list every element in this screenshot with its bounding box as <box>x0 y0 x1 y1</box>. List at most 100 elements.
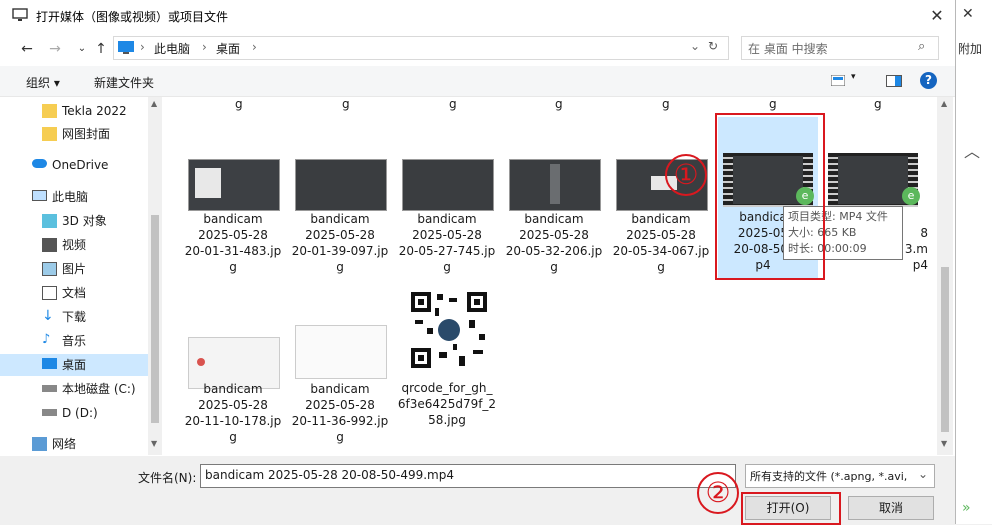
chevron-up-icon[interactable]: ︿ <box>964 138 980 162</box>
sidebar-item-pictures[interactable]: 图片 <box>0 258 148 280</box>
scrollbar-thumb[interactable] <box>941 267 949 432</box>
file-list-scrollbar[interactable]: ▲ ▼ <box>937 97 953 455</box>
organize-button[interactable]: 组织 ▾ <box>26 74 60 91</box>
file-item[interactable]: bandicam 2025-05-28 20-01-31-483.jp g <box>185 159 288 283</box>
sidebar-item-3d-objects[interactable]: 3D 对象 <box>0 210 148 232</box>
sidebar-item-drive-c[interactable]: 本地磁盘 (C:) <box>0 378 148 400</box>
chevron-down-icon: ⌄ <box>918 467 929 481</box>
file-name-fragment: g <box>662 97 670 111</box>
refresh-icon[interactable]: ↻ <box>708 39 718 53</box>
file-item[interactable]: bandicam 2025-05-28 20-01-39-097.jp g <box>292 159 395 283</box>
up-arrow-icon[interactable]: ↑ <box>92 40 110 58</box>
sidebar-item-drive-d[interactable]: D (D:) <box>0 402 148 424</box>
computer-icon <box>32 190 47 201</box>
file-name-fragment: g <box>235 97 243 111</box>
search-placeholder: 在 桌面 中搜索 <box>748 42 828 56</box>
file-name-fragment: g <box>449 97 457 111</box>
annotation-number-two: ② <box>697 472 739 514</box>
double-arrow-icon[interactable]: » <box>962 500 971 516</box>
scroll-up-icon[interactable]: ▲ <box>941 99 947 108</box>
desktop-icon <box>118 41 134 54</box>
file-name-fragment: g <box>342 97 350 111</box>
scroll-up-icon[interactable]: ▲ <box>151 99 157 108</box>
breadcrumb-separator-icon: › <box>202 40 207 54</box>
drive-icon <box>42 385 57 392</box>
toolbar: 组织 ▾ 新建文件夹 ▾ ? <box>0 66 955 97</box>
sidebar-item-this-pc[interactable]: 此电脑 <box>0 186 148 208</box>
file-thumbnail <box>509 159 601 211</box>
sidebar-item-downloads[interactable]: ↓ 下载 <box>0 306 148 328</box>
filename-input[interactable]: bandicam 2025-05-28 20-08-50-499.mp4 <box>200 464 736 488</box>
forward-arrow-icon[interactable]: → <box>46 40 64 58</box>
search-input[interactable]: 在 桌面 中搜索 ⌕ <box>741 36 939 60</box>
file-name-fragment: g <box>874 97 882 111</box>
monitor-icon <box>12 8 28 21</box>
media-badge-icon: e <box>902 187 920 205</box>
view-dropdown-icon[interactable]: ▾ <box>851 72 856 82</box>
qr-thumbnail <box>409 290 489 370</box>
file-item[interactable]: bandicam 2025-05-28 20-05-27-745.jp g <box>399 159 502 283</box>
window-title: 打开媒体（图像或视频）或项目文件 <box>36 10 229 24</box>
cancel-button[interactable]: 取消 <box>848 496 934 520</box>
file-item[interactable]: bandicam 2025-05-28 20-11-10-178.jp g <box>185 337 288 444</box>
file-name-fragment: g <box>769 97 777 111</box>
folder-icon <box>42 127 57 141</box>
sidebar-item-videos[interactable]: 视频 <box>0 234 148 256</box>
close-icon[interactable]: ✕ <box>962 6 974 22</box>
file-thumbnail <box>295 325 387 379</box>
sidebar-item-documents[interactable]: 文档 <box>0 282 148 304</box>
sidebar-item-tekla[interactable]: Tekla 2022 <box>0 100 148 122</box>
cube-icon <box>42 214 57 228</box>
search-icon[interactable]: ⌕ <box>918 39 925 54</box>
drive-icon <box>42 409 57 416</box>
filename-label: 文件名(N): <box>138 471 197 485</box>
sidebar-item-music[interactable]: ♪ 音乐 <box>0 330 148 352</box>
annotation-highlight-open <box>741 492 841 525</box>
file-item[interactable]: bandicam 2025-05-28 20-11-36-992.jp g <box>292 325 395 444</box>
folder-icon <box>42 104 57 118</box>
scrollbar-thumb[interactable] <box>151 215 159 423</box>
file-name-fragment: g <box>555 97 563 111</box>
title-bar: 打开媒体（图像或视频）或项目文件 ✕ <box>0 0 955 32</box>
breadcrumb-this-pc[interactable]: 此电脑 <box>154 40 190 57</box>
breadcrumb-desktop[interactable]: 桌面 <box>216 40 240 57</box>
download-arrow-icon: ↓ <box>42 308 54 324</box>
breadcrumb-separator-icon: › <box>252 40 257 54</box>
file-thumbnail <box>402 159 494 211</box>
sidebar-item-network[interactable]: 网络 <box>0 433 148 455</box>
sidebar-item-desktop[interactable]: 桌面 <box>0 354 148 376</box>
film-icon <box>42 238 57 252</box>
file-thumbnail <box>188 159 280 211</box>
chevron-down-icon[interactable]: ⌄ <box>690 39 700 53</box>
sidebar-item-covers[interactable]: 网图封面 <box>0 123 148 145</box>
back-arrow-icon[interactable]: ← <box>18 40 36 58</box>
view-options-icon[interactable] <box>831 75 845 86</box>
sidebar-item-onedrive[interactable]: OneDrive <box>0 154 148 176</box>
file-thumbnail <box>295 159 387 211</box>
scroll-down-icon[interactable]: ▼ <box>151 439 157 448</box>
attach-label[interactable]: 附加 <box>958 40 982 57</box>
network-icon <box>32 437 47 451</box>
cloud-icon <box>32 159 47 168</box>
file-item[interactable]: qrcode_for_gh_ 6f3e6425d79f_2 58.jpg <box>398 290 502 438</box>
background-app-strip: ✕ 附加 ︿ » <box>956 0 992 524</box>
help-icon[interactable]: ? <box>920 72 937 89</box>
preview-pane-icon[interactable] <box>886 75 902 87</box>
file-type-select[interactable]: 所有支持的文件 (*.apng, *.avi, ⌄ <box>745 464 935 488</box>
picture-icon <box>42 262 57 276</box>
scroll-down-icon[interactable]: ▼ <box>941 439 947 448</box>
annotation-number-one: ① <box>665 154 707 196</box>
qr-code-icon <box>409 290 489 370</box>
address-bar[interactable]: › 此电脑 › 桌面 › ⌄ ↻ <box>113 36 729 60</box>
file-item[interactable]: bandicam 2025-05-28 20-05-32-206.jp g <box>506 159 609 283</box>
sidebar-scrollbar[interactable]: ▲ ▼ <box>148 97 162 455</box>
desktop-icon <box>42 358 57 369</box>
new-folder-button[interactable]: 新建文件夹 <box>94 74 154 91</box>
breadcrumb-separator-icon: › <box>140 40 145 54</box>
music-note-icon: ♪ <box>42 332 51 347</box>
annotation-highlight-file <box>715 113 825 280</box>
close-button[interactable]: ✕ <box>924 3 950 29</box>
recent-dropdown-icon[interactable]: ⌄ <box>73 40 91 58</box>
document-icon <box>42 286 57 300</box>
navigation-pane: Tekla 2022 网图封面 OneDrive 此电脑 3D 对象 视频 图片… <box>0 97 162 455</box>
